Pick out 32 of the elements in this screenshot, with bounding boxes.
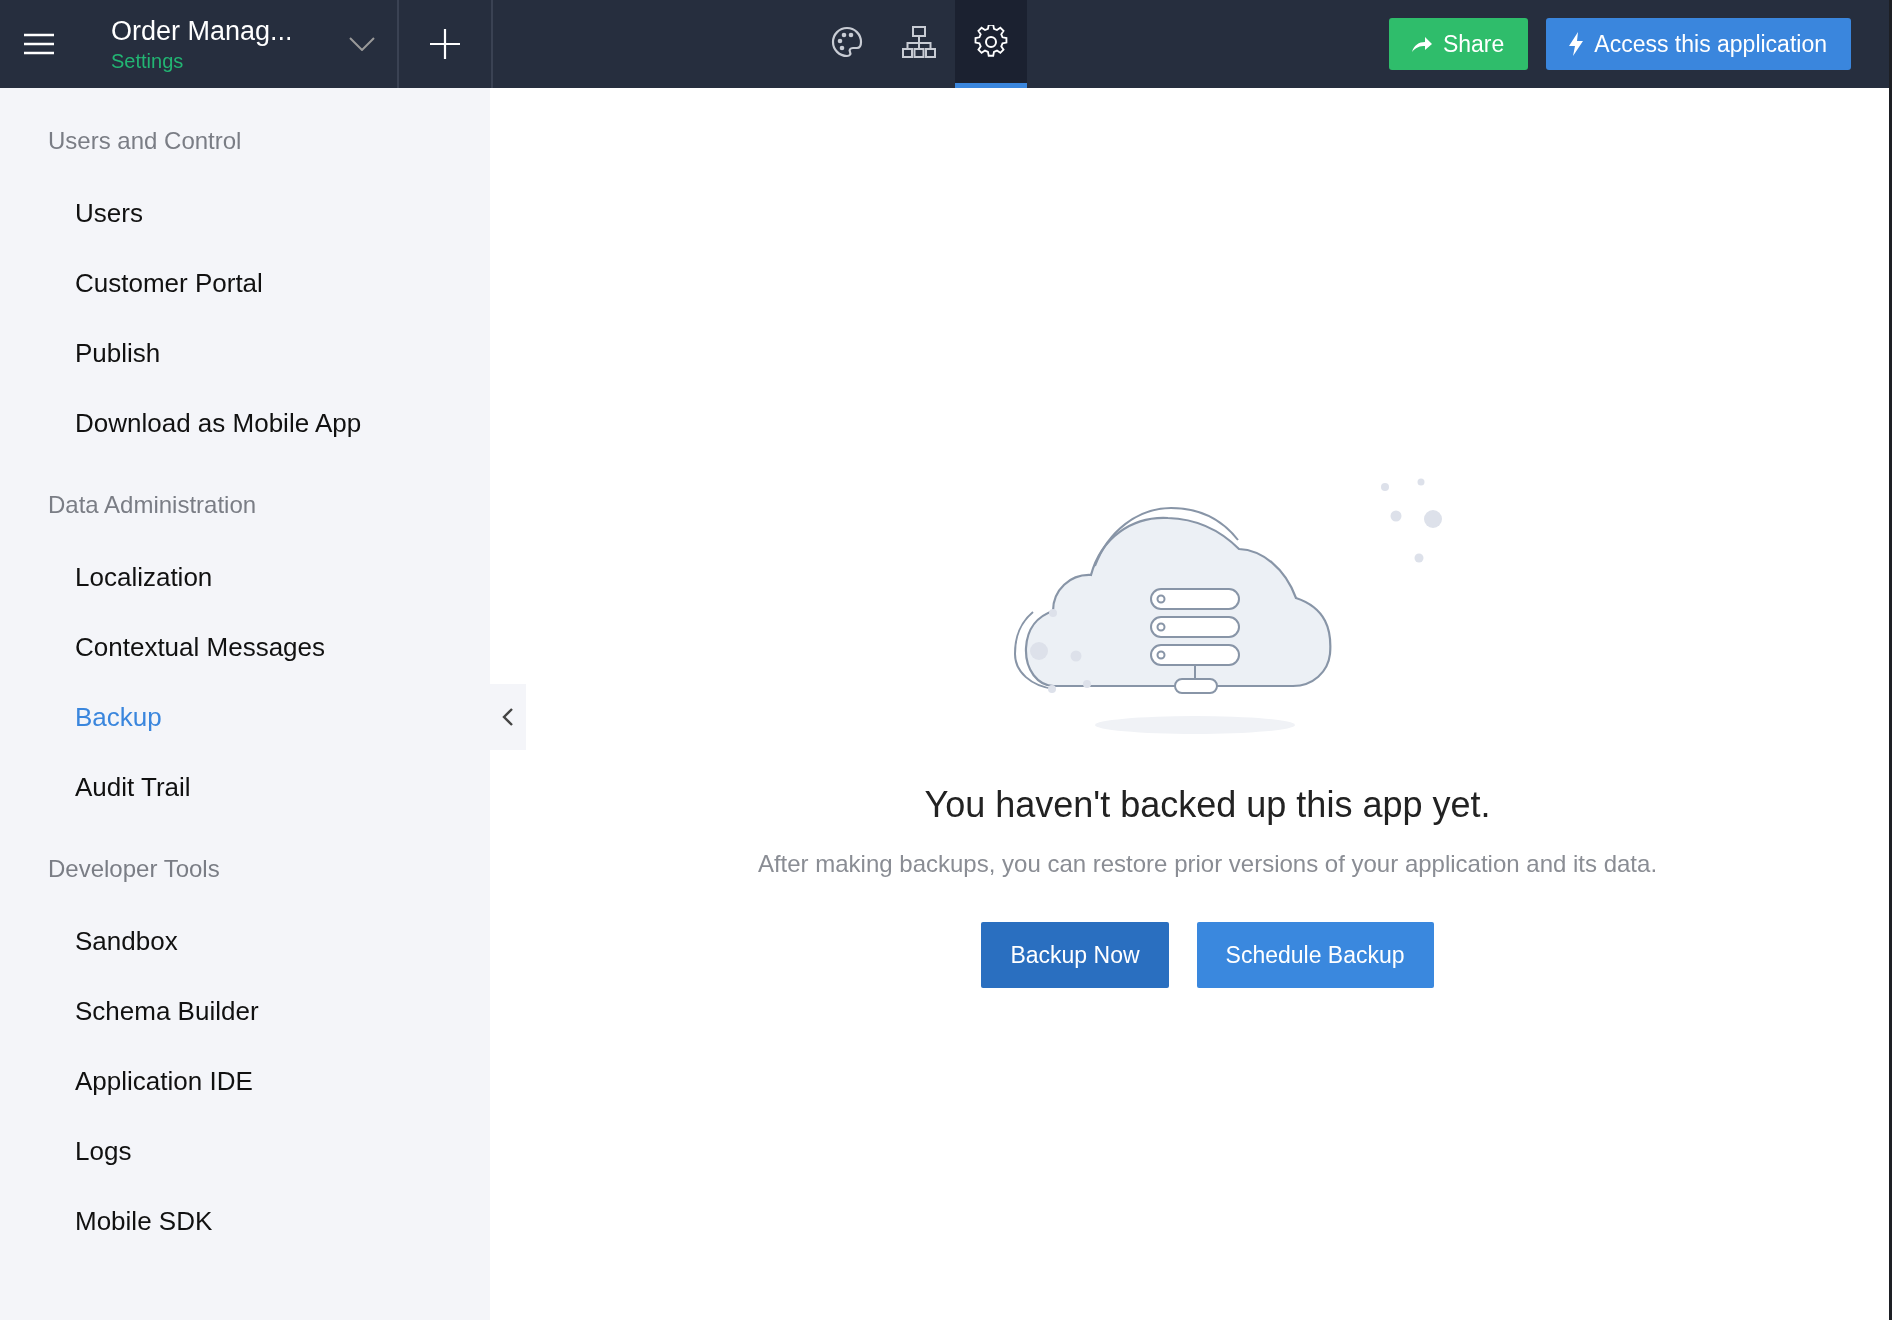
plus-icon[interactable] — [430, 29, 460, 59]
sidebar-item[interactable]: Logs — [0, 1116, 490, 1186]
section-heading: Data Administration — [47, 490, 258, 520]
hierarchy-icon — [902, 24, 936, 59]
sidebar-item[interactable]: Schema Builder — [0, 976, 490, 1046]
settings-icon — [974, 24, 1008, 59]
sidebar-item[interactable]: Application IDE — [0, 1046, 490, 1116]
palette-icon — [830, 24, 864, 59]
sidebar-item[interactable]: Audit Trail — [0, 752, 490, 822]
sidebar-item[interactable]: Users — [0, 178, 490, 248]
sidebar-item[interactable]: Contextual Messages — [0, 612, 490, 682]
sidebar-item[interactable]: Mobile SDK — [0, 1186, 490, 1256]
chevron-down-icon[interactable] — [349, 37, 375, 51]
chevron-left-icon — [502, 707, 514, 727]
sidebar-item[interactable]: Sandbox — [0, 906, 490, 976]
sidebar-item[interactable]: Download as Mobile App — [0, 388, 490, 458]
section-heading: Developer Tools — [47, 854, 221, 884]
schedule-backup-button[interactable]: Schedule Backup — [1196, 922, 1434, 988]
sidebar-item[interactable]: Customer Portal — [0, 248, 490, 318]
section-heading: Users and Control — [47, 126, 243, 156]
lightning-icon — [1568, 32, 1585, 56]
empty-state-description: After making backups, you can restore prior versions of your application and its data. — [757, 850, 1658, 878]
sidebar-item[interactable]: Localization — [0, 542, 490, 612]
empty-state-heading: You haven't backed up this app yet. — [924, 784, 1491, 826]
sidebar-item[interactable]: Publish — [0, 318, 490, 388]
backup-now-button[interactable]: Backup Now — [981, 922, 1169, 988]
access-application-button[interactable]: Access this application — [1546, 18, 1851, 70]
app-subtitle: Settings — [111, 49, 185, 74]
app-title: Order Manag... — [111, 15, 294, 48]
menu-icon[interactable] — [24, 33, 54, 55]
share-arrow-icon — [1410, 35, 1433, 53]
settings-tab[interactable] — [955, 0, 1027, 88]
